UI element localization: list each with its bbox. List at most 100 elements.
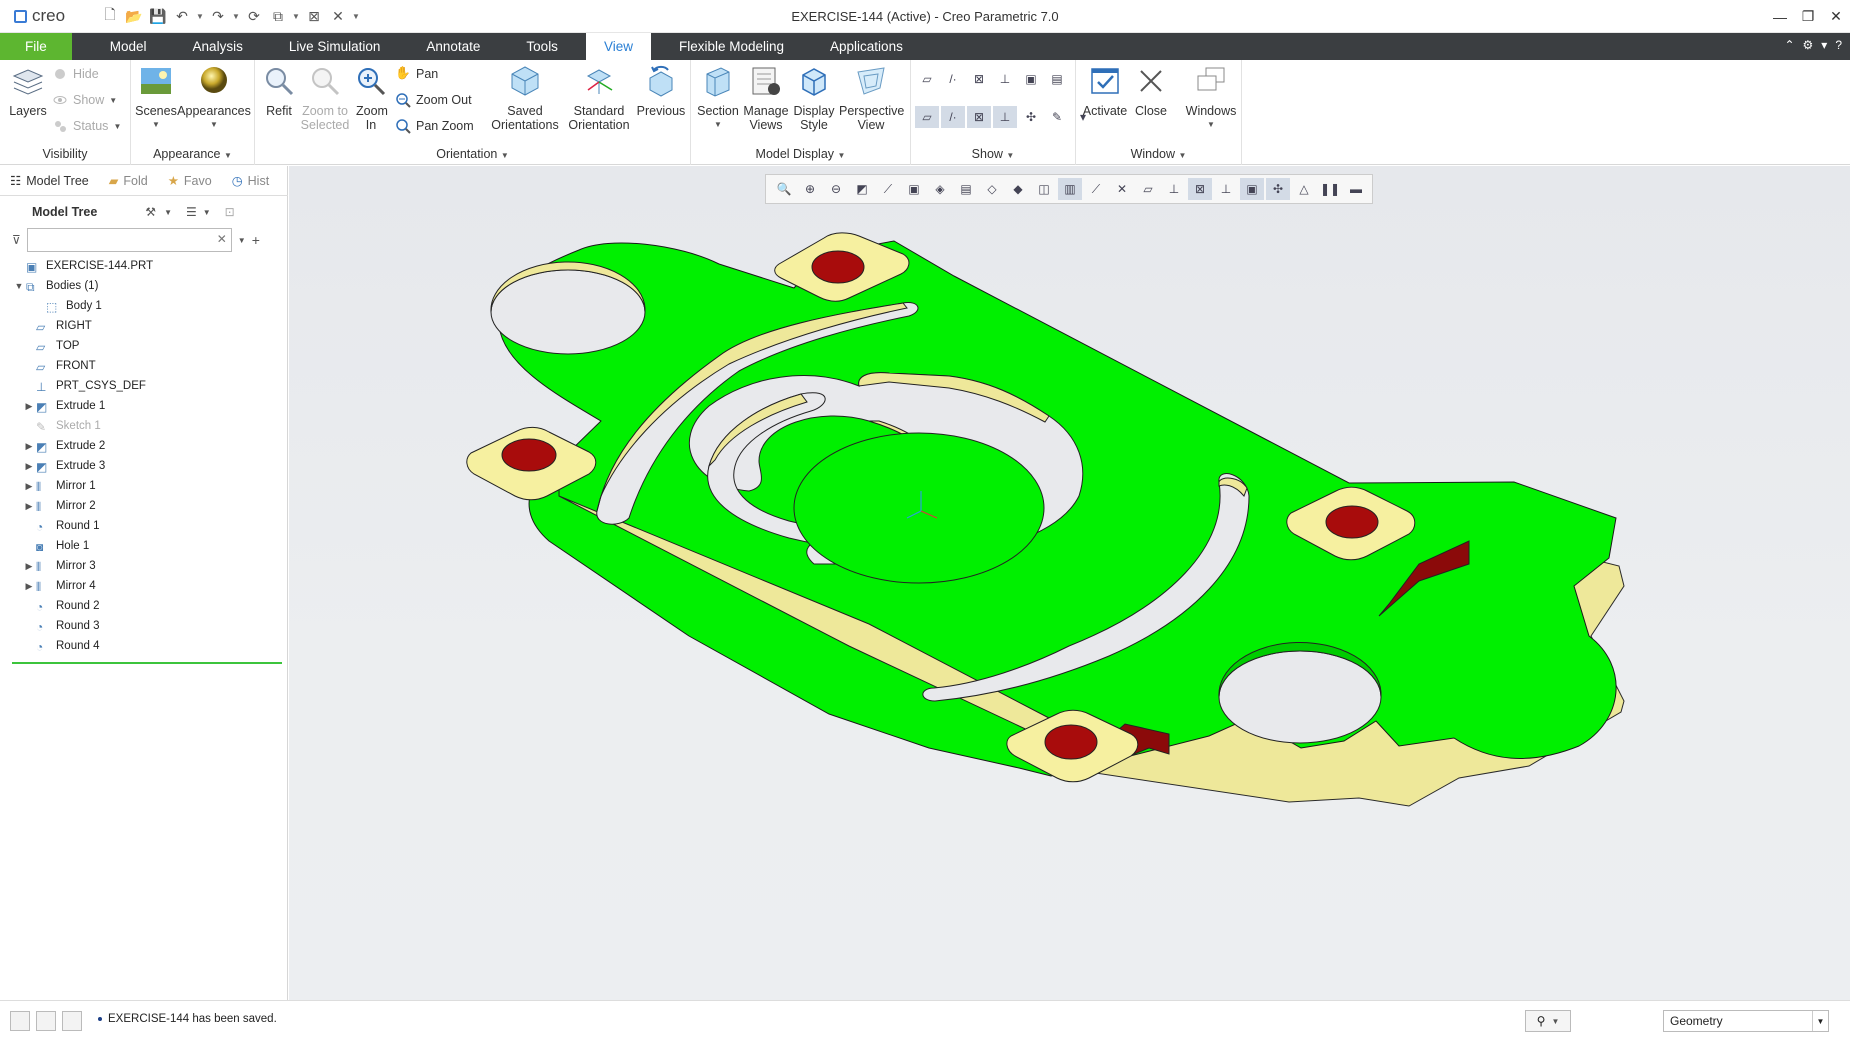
expand-icon[interactable]: ▼ [12,281,26,291]
expand-icon[interactable]: ▶ [22,461,36,472]
point-tag-icon[interactable]: ⊠ [967,106,991,128]
tree-item[interactable]: ✎ Sketch 1 [12,416,282,436]
display-style-button[interactable]: Display Style [791,64,837,132]
tab-applications[interactable]: Applications [812,33,921,60]
tree-item[interactable]: ⬚ Body 1 [12,296,282,316]
toggle-navigator-icon[interactable] [10,1011,30,1031]
zoom-in-button[interactable]: Zoom In [351,64,391,132]
selection-filter-select[interactable]: Geometry ▼ [1663,1010,1829,1032]
dimension-display-icon[interactable]: ▤ [1045,68,1069,90]
tree-item[interactable]: ▱ TOP [12,336,282,356]
point-display-icon[interactable]: ⊠ [967,68,991,90]
tree-item[interactable]: ▶ ◩ Extrude 2 [12,436,282,456]
undo-icon[interactable]: ↶ [172,6,192,26]
scenes-button[interactable]: Scenes ▼ [133,64,179,132]
windows-button[interactable]: Windows ▼ [1186,64,1236,132]
pan-zoom-button[interactable]: Pan Zoom [395,116,474,136]
minimize-icon[interactable]: — [1766,0,1794,33]
add-icon[interactable]: + [252,232,260,248]
group-label-appearance[interactable]: Appearance ▼ [131,147,254,161]
expand-icon[interactable]: ▶ [22,561,36,572]
redo-icon[interactable]: ↷ [208,6,228,26]
tree-show-icon[interactable]: ☰ [186,205,197,219]
tab-analysis[interactable]: Analysis [175,33,261,60]
expand-icon[interactable]: ▶ [22,481,36,492]
group-label-show[interactable]: Show ▼ [911,147,1075,161]
new-icon[interactable]: 🗋 [100,6,120,26]
manage-views-button[interactable]: Manage Views [741,64,791,132]
group-label-orientation[interactable]: Orientation ▼ [255,147,690,161]
windows-dropdown-icon[interactable]: ▼ [292,12,300,21]
tab-live-simulation[interactable]: Live Simulation [271,33,399,60]
tab-favorites[interactable]: ★ Favo [158,166,222,196]
close-button[interactable]: Close [1128,64,1174,118]
tree-item[interactable]: ◔ Round 2 [12,596,282,616]
tree-item[interactable]: ▶ ⫴ Mirror 4 [12,576,282,596]
zoom-out-button[interactable]: Zoom Out [395,90,472,110]
help-icon[interactable]: ? [1835,38,1842,52]
tree-item[interactable]: ◙ Hole 1 [12,536,282,556]
find-button[interactable]: ⚲ ▼ [1525,1010,1571,1032]
axis-tag-icon[interactable]: /· [941,106,965,128]
section-button[interactable]: Section ▼ [695,64,741,132]
tree-item[interactable]: ▱ RIGHT [12,316,282,336]
tree-show-dropdown-icon[interactable]: ▼ [203,208,211,217]
insert-here-line[interactable] [12,662,282,664]
tree-item[interactable]: ▣ EXERCISE-144.PRT [12,256,282,276]
toggle-browser-icon[interactable] [36,1011,56,1031]
tab-model-tree[interactable]: ☷ Model Tree [0,166,99,196]
regenerate-icon[interactable]: ⟳ [244,6,264,26]
tree-settings-icon[interactable]: ⚒ [145,205,156,219]
pan-button[interactable]: ✋ Pan [395,64,438,84]
tree-item[interactable]: ▶ ⫴ Mirror 1 [12,476,282,496]
group-label-model-display[interactable]: Model Display ▼ [691,147,910,161]
tree-item[interactable]: ▶ ◩ Extrude 1 [12,396,282,416]
expand-icon[interactable]: ▶ [22,501,36,512]
hide-button[interactable]: Hide [52,64,99,84]
collapse-ribbon-icon[interactable]: ⌃ [1784,38,1794,52]
tab-flexible-modeling[interactable]: Flexible Modeling [661,33,802,60]
spin-center-icon[interactable]: ✣ [1019,106,1043,128]
tab-annotate[interactable]: Annotate [408,33,498,60]
full-screen-icon[interactable] [62,1011,82,1031]
tree-item[interactable]: ◔ Round 3 [12,616,282,636]
graphics-window[interactable]: 🔍 ⊕ ⊖ ◩ ⟋ ▣ ◈ ▤ ◇ ◆ ◫ ▥ ⟋ ✕ ▱ ⊥ ⊠ ⊥ ▣ ✣ … [289,166,1850,1000]
csys-display-icon[interactable]: ⊥ [993,68,1017,90]
undo-dropdown-icon[interactable]: ▼ [196,12,204,21]
tree-item[interactable]: ◔ Round 4 [12,636,282,656]
cross-icon[interactable]: ✕ [328,6,348,26]
show-button[interactable]: Show ▼ [52,90,117,110]
previous-button[interactable]: Previous [635,64,687,118]
annotation-display-icon[interactable]: ▣ [1019,68,1043,90]
tab-file[interactable]: File [0,33,72,60]
redo-dropdown-icon[interactable]: ▼ [232,12,240,21]
tree-item[interactable]: ▼ ⧉ Bodies (1) [12,276,282,296]
csys-tag-icon[interactable]: ⊥ [993,106,1017,128]
zoom-to-selected-button[interactable]: Zoom to Selected [297,64,353,132]
clear-search-icon[interactable]: ✕ [217,232,227,246]
tree-search-input[interactable]: ✕ [26,228,232,252]
tree-filter-options-icon[interactable]: ⊡ [225,205,235,219]
part-model-3d[interactable] [289,166,1850,1000]
settings-icon[interactable]: ⚙ [1803,38,1814,52]
expand-icon[interactable]: ▶ [22,441,36,452]
group-label-window[interactable]: Window ▼ [1076,147,1241,161]
activate-button[interactable]: Activate [1080,64,1130,118]
close-icon[interactable]: ✕ [1822,0,1850,33]
tree-item[interactable]: ▶ ⫴ Mirror 2 [12,496,282,516]
layers-button[interactable]: Layers [8,64,48,118]
tree-item[interactable]: ▱ FRONT [12,356,282,376]
tree-item[interactable]: ◔ Round 1 [12,516,282,536]
expand-icon[interactable]: ▶ [22,401,36,412]
standard-orientation-button[interactable]: Standard Orientation [563,64,635,132]
tree-item[interactable]: ⊥ PRT_CSYS_DEF [12,376,282,396]
appearances-button[interactable]: Appearances ▼ [177,64,251,132]
tab-tools[interactable]: Tools [508,33,576,60]
sketch-display-icon[interactable]: ✎ [1045,106,1069,128]
plane-display-icon[interactable]: ▱ [915,68,939,90]
tab-history[interactable]: ◷ Hist [222,166,279,196]
tab-folder-browser[interactable]: ▰ Fold [99,166,158,196]
search-dropdown-icon[interactable]: ▼ [238,236,246,245]
maximize-icon[interactable]: ❐ [1794,0,1822,33]
tree-item[interactable]: ▶ ◩ Extrude 3 [12,456,282,476]
